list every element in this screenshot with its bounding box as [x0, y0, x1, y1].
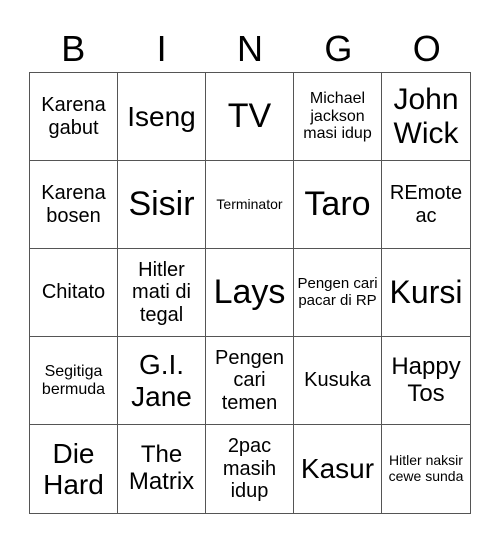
bingo-cell[interactable]: Pengen cari pacar di RP	[294, 249, 382, 337]
bingo-cell[interactable]: Kusuka	[294, 337, 382, 425]
header-letter-o: O	[412, 28, 441, 69]
bingo-cell[interactable]: Hitler naksir cewe sunda	[382, 425, 470, 513]
bingo-cell[interactable]: Chitato	[30, 249, 118, 337]
bingo-cell[interactable]: G.I. Jane	[118, 337, 206, 425]
bingo-cell[interactable]: TV	[206, 73, 294, 161]
bingo-cell[interactable]: Karena gabut	[30, 73, 118, 161]
bingo-cell[interactable]: 2pac masih idup	[206, 425, 294, 513]
bingo-cell[interactable]: Die Hard	[30, 425, 118, 513]
bingo-header: B I N G O	[29, 26, 471, 72]
bingo-cell[interactable]: Kursi	[382, 249, 470, 337]
bingo-cell[interactable]: Happy Tos	[382, 337, 470, 425]
bingo-cell[interactable]: Hitler mati di tegal	[118, 249, 206, 337]
bingo-cell[interactable]: Kasur	[294, 425, 382, 513]
bingo-cell[interactable]: Taro	[294, 161, 382, 249]
bingo-cell[interactable]: John Wick	[382, 73, 470, 161]
bingo-cell[interactable]: Michael jackson masi idup	[294, 73, 382, 161]
header-letter-i: I	[156, 28, 167, 69]
bingo-cell[interactable]: REmote ac	[382, 161, 470, 249]
bingo-cell[interactable]: Karena bosen	[30, 161, 118, 249]
header-letter-n: N	[236, 28, 263, 69]
bingo-cell[interactable]: Segitiga bermuda	[30, 337, 118, 425]
bingo-cell[interactable]: Lays	[206, 249, 294, 337]
bingo-grid: Karena gabut Iseng TV Michael jackson ma…	[29, 72, 471, 514]
bingo-cell[interactable]: Iseng	[118, 73, 206, 161]
bingo-cell[interactable]: The Matrix	[118, 425, 206, 513]
header-letter-g: G	[324, 28, 353, 69]
header-letter-b: B	[61, 28, 86, 69]
bingo-cell[interactable]: Sisir	[118, 161, 206, 249]
bingo-cell[interactable]: Pengen cari temen	[206, 337, 294, 425]
bingo-cell[interactable]: Terminator	[206, 161, 294, 249]
